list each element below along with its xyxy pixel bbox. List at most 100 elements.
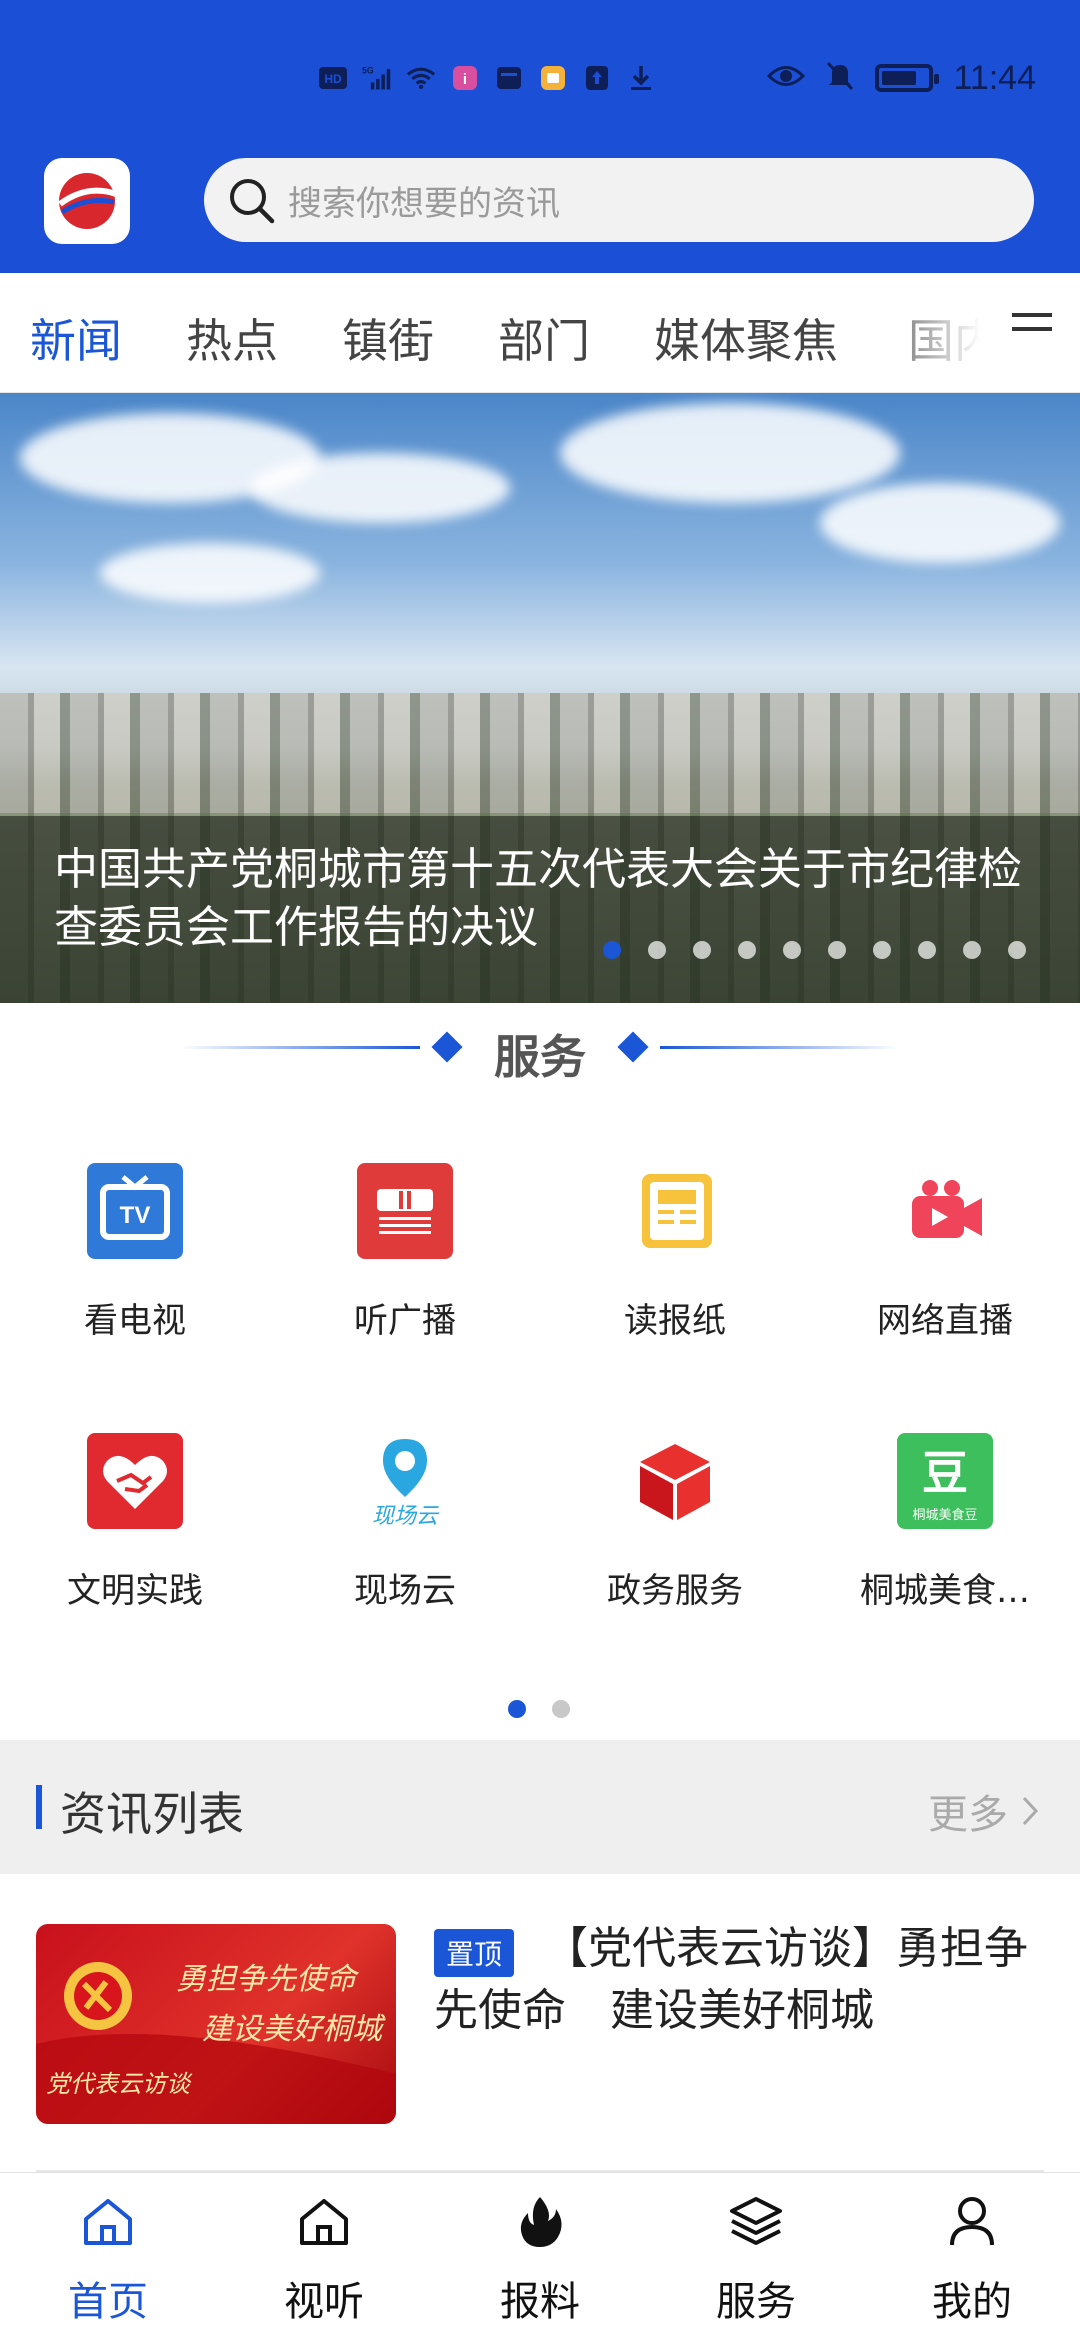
svg-text:i: i: [463, 71, 467, 88]
fire-icon: [510, 2191, 570, 2251]
service-newspaper[interactable]: 读报纸: [540, 1163, 810, 1363]
banner-dot[interactable]: [648, 941, 666, 959]
status-icons-left: HD 5G i: [318, 58, 656, 98]
nav-label: 服务: [716, 2279, 796, 2325]
banner-dot[interactable]: [738, 941, 756, 959]
scene-cloud-icon: 现场云: [357, 1433, 453, 1529]
service-watch-tv[interactable]: TV 看电视: [0, 1163, 270, 1363]
banner-dot[interactable]: [783, 941, 801, 959]
nav-label: 首页: [68, 2279, 148, 2325]
download-icon: [626, 63, 656, 93]
tv-icon: TV: [87, 1163, 183, 1259]
banner-dot[interactable]: [693, 941, 711, 959]
svg-text:桐城美食豆: 桐城美食豆: [912, 1507, 977, 1523]
message-icon: [494, 63, 524, 93]
news-list-header: 资讯列表 更多: [0, 1740, 1080, 1874]
news-title[interactable]: 【党代表云访谈】勇担争先使命 建设美好桐城: [434, 1918, 1034, 2042]
mute-icon: [825, 60, 855, 96]
thumb-text: 建设美好桐城: [202, 2012, 382, 2047]
cloud: [250, 453, 510, 523]
eye-icon: [767, 63, 806, 93]
service-label: 文明实践: [67, 1571, 203, 1611]
banner-caption[interactable]: 中国共产党桐城市第十五次代表大会关于市纪律检查委员会工作报告的决议: [54, 841, 1034, 957]
app-logo[interactable]: [44, 158, 130, 244]
service-scene-cloud[interactable]: 现场云 现场云: [270, 1433, 540, 1633]
battery-icon: [875, 64, 940, 92]
banner-dot[interactable]: [603, 941, 621, 959]
divider-line: [660, 1046, 900, 1049]
pager-dot[interactable]: [508, 1700, 526, 1718]
tab-towns[interactable]: 镇街: [342, 305, 434, 371]
user-icon: [942, 2191, 1002, 2251]
services-title: 服务: [494, 1030, 586, 1084]
tab-media-focus[interactable]: 媒体聚焦: [654, 305, 838, 371]
status-bar: HD 5G i 11:44: [0, 0, 1080, 150]
service-label: 读报纸: [624, 1301, 726, 1341]
services-header: 服务: [0, 1003, 1080, 1103]
nav-label: 视听: [284, 2279, 364, 2325]
cloud: [560, 403, 900, 503]
search-icon: [230, 179, 275, 224]
cloud: [820, 483, 1060, 563]
heart-handshake-icon: [87, 1433, 183, 1529]
service-label: 桐城美食…: [860, 1571, 1030, 1611]
nav-home[interactable]: 首页: [0, 2173, 216, 2340]
app-logo-icon: [58, 173, 117, 229]
news-item[interactable]: 勇担争先使命 建设美好桐城 党代表云访谈 【党代表云访谈】勇担争先使命 建设美好…: [0, 1874, 1080, 2172]
category-tabs: 新闻 热点 镇街 部门 媒体聚焦 国内: [0, 273, 1080, 393]
service-government[interactable]: 政务服务: [540, 1433, 810, 1633]
cloud: [100, 543, 320, 603]
banner-dot[interactable]: [828, 941, 846, 959]
nav-services[interactable]: 服务: [648, 2173, 864, 2340]
banner-carousel[interactable]: 中国共产党桐城市第十五次代表大会关于市纪律检查委员会工作报告的决议: [0, 393, 1080, 1003]
more-button[interactable]: 更多: [928, 1782, 1040, 1840]
more-label: 更多: [928, 1792, 1008, 1838]
nav-av[interactable]: 视听: [216, 2173, 432, 2340]
tab-departments[interactable]: 部门: [498, 305, 590, 371]
pager-dot[interactable]: [552, 1700, 570, 1718]
nav-label: 报料: [500, 2279, 580, 2325]
live-camera-icon: [897, 1163, 993, 1259]
newspaper-icon: [627, 1163, 723, 1259]
food-bean-icon: 豆桐城美食豆: [897, 1433, 993, 1529]
nav-label: 我的: [932, 2279, 1012, 2325]
upload-icon: [582, 63, 612, 93]
tab-hot[interactable]: 热点: [186, 305, 278, 371]
service-label: 听广播: [354, 1301, 456, 1341]
status-icons-right: 11:44: [767, 54, 1036, 102]
nav-report[interactable]: 报料: [432, 2173, 648, 2340]
service-live-stream[interactable]: 网络直播: [810, 1163, 1080, 1363]
tab-menu-icon[interactable]: [1012, 313, 1056, 353]
radio-icon: [357, 1163, 453, 1259]
app-notification-icon: i: [450, 63, 480, 93]
pinned-badge: 置顶: [434, 1929, 515, 1977]
app-notification-icon-2: [538, 63, 568, 93]
service-label: 现场云: [354, 1571, 456, 1611]
banner-dot[interactable]: [963, 941, 981, 959]
thumb-text: 勇担争先使命: [176, 1962, 356, 1997]
home-icon: [78, 2191, 138, 2251]
search-placeholder: 搜索你想要的资讯: [288, 183, 560, 224]
svg-text:豆: 豆: [922, 1446, 968, 1500]
svg-text:现场云: 现场云: [372, 1504, 440, 1529]
nav-mine[interactable]: 我的: [864, 2173, 1080, 2340]
search-input[interactable]: 搜索你想要的资讯: [204, 158, 1034, 242]
svg-text:5G: 5G: [362, 66, 374, 76]
battery-level-fill: [882, 71, 917, 85]
status-time: 11:44: [953, 58, 1036, 97]
news-list-title: 资讯列表: [60, 1787, 244, 1841]
layers-icon: [726, 2191, 786, 2251]
service-label: 网络直播: [877, 1301, 1013, 1341]
service-civilization-practice[interactable]: 文明实践: [0, 1433, 270, 1633]
service-radio[interactable]: 听广播: [270, 1163, 540, 1363]
banner-dot[interactable]: [873, 941, 891, 959]
cube-icon: [627, 1433, 723, 1529]
tab-news[interactable]: 新闻: [30, 305, 122, 371]
service-food[interactable]: 豆桐城美食豆 桐城美食…: [810, 1433, 1080, 1633]
banner-dot[interactable]: [918, 941, 936, 959]
service-label: 政务服务: [607, 1571, 743, 1611]
services-pager: [508, 1700, 570, 1718]
wifi-icon: [406, 63, 436, 93]
banner-dot[interactable]: [1008, 941, 1026, 959]
news-thumbnail: 勇担争先使命 建设美好桐城 党代表云访谈: [36, 1924, 396, 2124]
